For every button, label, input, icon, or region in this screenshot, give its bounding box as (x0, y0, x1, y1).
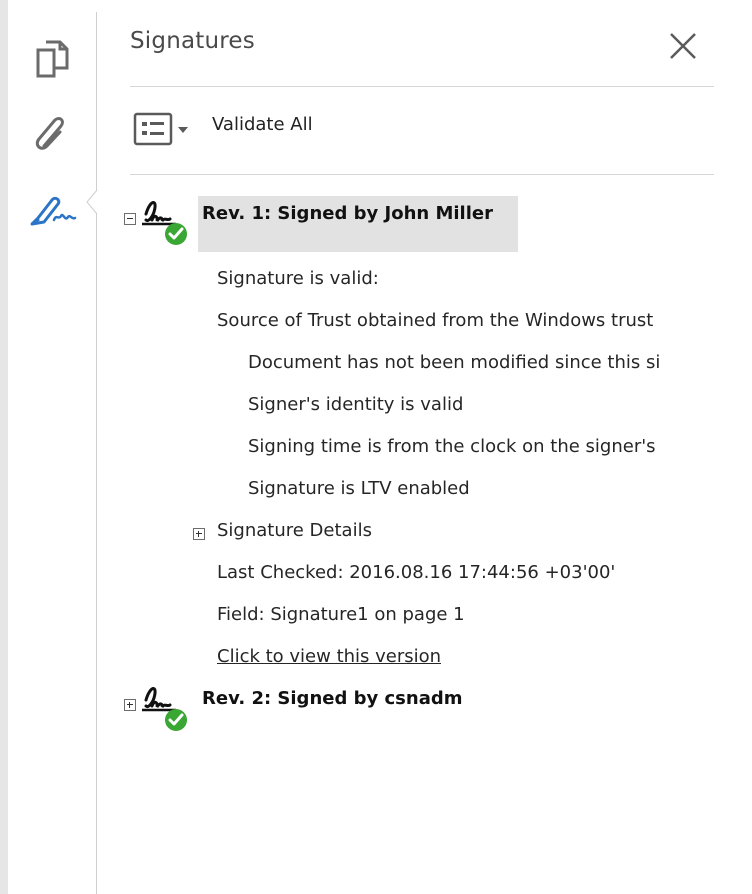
signature-details-label[interactable]: Signature Details (217, 520, 372, 541)
check-item: Document has not been modified since thi… (248, 352, 661, 373)
revision-1-title[interactable]: Rev. 1: Signed by John Miller (202, 203, 493, 224)
collapse-toggle[interactable] (124, 213, 136, 225)
panel-title: Signatures (130, 28, 255, 54)
check-item: Signature is LTV enabled (248, 478, 470, 499)
active-tab-indicator (86, 189, 98, 218)
signature-pen-icon[interactable] (28, 190, 78, 230)
list-options-icon (133, 112, 188, 146)
toolbar-divider (130, 174, 714, 175)
pages-icon[interactable] (34, 38, 74, 82)
close-panel-button[interactable] (663, 26, 703, 66)
signature-status: Signature is valid: (217, 268, 379, 289)
check-item: Signing time is from the clock on the si… (248, 436, 656, 457)
expand-toggle[interactable] (124, 699, 136, 711)
close-icon (670, 33, 696, 59)
signature-valid-icon (140, 194, 192, 254)
revision-2-title[interactable]: Rev. 2: Signed by csnadm (202, 688, 463, 709)
options-menu-button[interactable] (133, 111, 195, 147)
header-divider (130, 86, 714, 87)
window-edge (0, 0, 8, 894)
last-checked: Last Checked: 2016.08.16 17:44:56 +03'00… (217, 562, 616, 583)
signature-valid-icon (140, 680, 192, 740)
view-version-link[interactable]: Click to view this version (217, 646, 441, 667)
signature-details-toggle[interactable] (193, 528, 205, 540)
trust-source: Source of Trust obtained from the Window… (217, 310, 654, 331)
check-item: Signer's identity is valid (248, 394, 464, 415)
rail-divider (96, 12, 97, 894)
signature-field: Field: Signature1 on page 1 (217, 604, 465, 625)
validate-all-button[interactable]: Validate All (212, 114, 313, 135)
attachments-icon[interactable] (30, 112, 74, 156)
